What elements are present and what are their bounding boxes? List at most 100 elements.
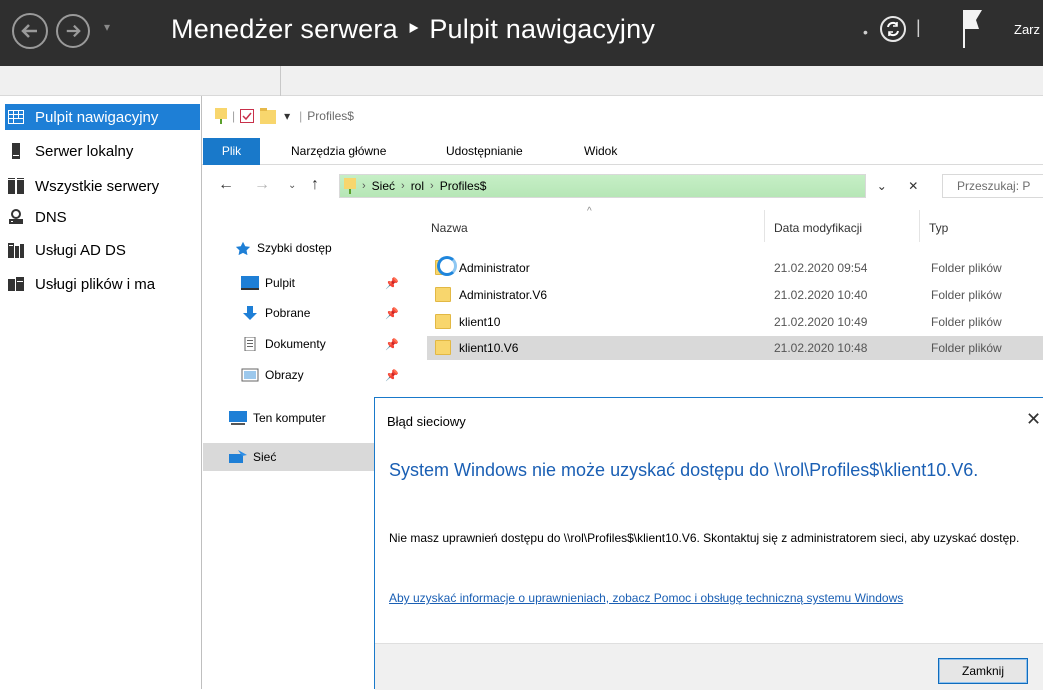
manage-menu[interactable]: Zarz: [1014, 22, 1040, 37]
pictures-icon: [241, 368, 259, 382]
nav-network[interactable]: Sieć: [229, 445, 276, 469]
toolbar-separator: |: [916, 17, 921, 37]
refresh-button[interactable]: [880, 16, 906, 42]
clear-address-icon[interactable]: ✕: [908, 179, 918, 193]
forward-button[interactable]: [56, 14, 90, 48]
dashboard-icon: [8, 110, 24, 124]
pin-icon[interactable]: 📌: [385, 369, 399, 382]
customize-toolbar-dropdown[interactable]: ▾: [284, 109, 290, 123]
nav-item-file-services[interactable]: Usługi plików i ma: [8, 271, 200, 297]
nav-label: Dokumenty: [265, 337, 326, 351]
file-row-selected[interactable]: klient10.V6 21.02.2020 10:48 Folder plik…: [427, 336, 1043, 360]
file-services-icon: [8, 277, 24, 291]
nav-label: Sieć: [253, 450, 277, 464]
up-arrow-icon[interactable]: ↑: [311, 176, 319, 194]
address-row: ← → ⌄ ↑ › Sieć › rol › Profiles$ ⌄ ✕ Prz…: [202, 171, 1043, 201]
file-type: Folder plików: [931, 341, 1002, 355]
nav-item-label: Serwer lokalny: [35, 142, 134, 160]
refresh-icon: [887, 21, 899, 37]
nav-pictures[interactable]: Obrazy: [241, 363, 304, 387]
folder-pin-icon[interactable]: [215, 108, 227, 124]
network-icon: [229, 450, 247, 463]
server-icon: [12, 143, 20, 159]
close-button[interactable]: Zamknij: [938, 658, 1028, 684]
nav-this-pc[interactable]: Ten komputer: [229, 406, 326, 430]
address-dropdown[interactable]: ⌄: [877, 179, 887, 193]
pin-icon[interactable]: 📌: [385, 338, 399, 351]
page-title: Menedżer serwera ‣ Pulpit nawigacyjny: [171, 14, 656, 44]
nav-item-dashboard[interactable]: Pulpit nawigacyjny: [8, 104, 200, 130]
notifications-flag-icon[interactable]: [962, 8, 984, 52]
nav-label: Szybki dostęp: [257, 241, 332, 255]
column-divider[interactable]: [919, 210, 920, 242]
address-controls: ⌄ ✕: [865, 174, 929, 198]
folder-icon: [435, 287, 451, 302]
history-dropdown[interactable]: ▾: [104, 20, 110, 34]
back-button[interactable]: [12, 13, 48, 49]
address-bar[interactable]: › Sieć › rol › Profiles$: [339, 174, 929, 198]
breadcrumb-rol[interactable]: rol: [411, 179, 424, 193]
tab-home[interactable]: Narzędzia główne: [291, 138, 386, 165]
nav-label: Ten komputer: [253, 411, 326, 425]
column-header-type[interactable]: Typ: [929, 221, 948, 235]
new-folder-icon[interactable]: [260, 108, 277, 124]
server-manager-titlebar: ▾ Menedżer serwera ‣ Pulpit nawigacyjny …: [0, 0, 1043, 66]
help-link[interactable]: Aby uzyskać informacje o uprawnieniach, …: [389, 589, 1034, 608]
dialog-heading: System Windows nie może uzyskać dostępu …: [389, 460, 979, 480]
back-arrow-icon[interactable]: ←: [218, 176, 234, 194]
file-type: Folder plików: [931, 261, 1002, 275]
nav-item-local-server[interactable]: Serwer lokalny: [8, 138, 200, 164]
nav-item-label: Usługi AD DS: [35, 241, 126, 259]
file-name: Administrator: [459, 261, 530, 275]
dns-icon: [9, 209, 23, 224]
busy-cursor-icon: [437, 256, 457, 276]
nav-downloads[interactable]: Pobrane: [241, 301, 310, 325]
desktop-icon: [241, 276, 259, 290]
breadcrumb: › Sieć › rol › Profiles$: [344, 177, 486, 195]
file-date: 21.02.2020 09:54: [774, 261, 868, 275]
column-divider[interactable]: [764, 210, 765, 242]
nav-label: Pulpit: [265, 276, 296, 290]
tab-file[interactable]: Plik: [203, 138, 260, 165]
file-type: Folder plików: [931, 315, 1002, 329]
ad-ds-icon: [8, 243, 24, 258]
quick-access-toolbar: | ▾ | Profiles$: [215, 108, 354, 124]
file-name: klient10: [459, 315, 501, 329]
breadcrumb-network[interactable]: Sieć: [372, 179, 395, 193]
dialog-close-icon[interactable]: ✕: [1026, 409, 1041, 430]
servers-icon: [8, 178, 24, 194]
folder-icon: [435, 314, 451, 329]
nav-item-dns[interactable]: DNS: [8, 204, 200, 230]
forward-arrow-icon[interactable]: →: [254, 176, 270, 194]
file-date: 21.02.2020 10:48: [774, 341, 868, 355]
file-row[interactable]: Administrator.V6 21.02.2020 10:40 Folder…: [427, 283, 1043, 307]
nav-desktop[interactable]: Pulpit: [241, 271, 295, 295]
file-row[interactable]: klient10 21.02.2020 10:49 Folder plików: [427, 310, 1043, 334]
search-input[interactable]: Przeszukaj: P: [942, 174, 1043, 198]
nav-item-ad-ds[interactable]: Usługi AD DS: [8, 237, 200, 263]
network-folder-icon: [344, 178, 356, 194]
recent-locations-dropdown[interactable]: ⌄: [288, 180, 296, 191]
nav-documents[interactable]: Dokumenty: [241, 332, 326, 356]
forward-arrow-icon: [66, 24, 81, 38]
refresh-dropdown[interactable]: •: [863, 24, 868, 40]
documents-icon: [244, 337, 256, 351]
nav-item-label: Pulpit nawigacyjny: [35, 108, 159, 126]
file-type: Folder plików: [931, 288, 1002, 302]
download-arrow-icon: [243, 306, 257, 320]
pane-splitter[interactable]: [280, 66, 281, 96]
nav-quick-access[interactable]: Szybki dostęp: [235, 236, 332, 260]
column-header-date[interactable]: Data modyfikacji: [774, 221, 862, 235]
breadcrumb-profiles[interactable]: Profiles$: [440, 179, 487, 193]
dialog-button-bar: Zamknij: [375, 643, 1043, 690]
tab-share[interactable]: Udostępnianie: [446, 138, 523, 165]
pin-icon[interactable]: 📌: [385, 307, 399, 320]
star-icon: [235, 241, 251, 255]
properties-icon[interactable]: [240, 109, 255, 123]
file-row[interactable]: Administrator 21.02.2020 09:54 Folder pl…: [427, 256, 1043, 280]
column-header-name[interactable]: Nazwa: [431, 221, 468, 235]
pin-icon[interactable]: 📌: [385, 277, 399, 290]
nav-item-all-servers[interactable]: Wszystkie serwery: [8, 173, 200, 199]
dialog-title: Błąd sieciowy: [387, 414, 466, 429]
tab-view[interactable]: Widok: [584, 138, 617, 165]
